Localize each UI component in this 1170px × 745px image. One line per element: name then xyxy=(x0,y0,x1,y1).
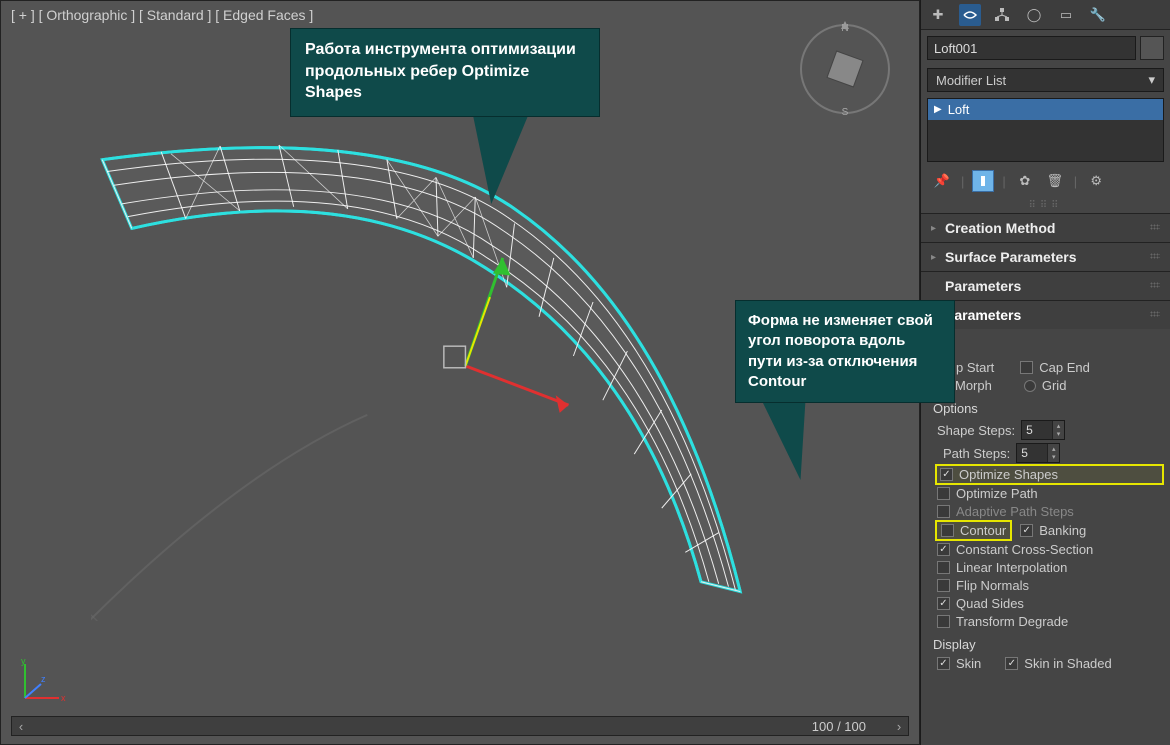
display-group-label: Display xyxy=(933,637,1162,652)
rollout-title: Parameters xyxy=(945,307,1021,323)
quad-sides-checkbox[interactable] xyxy=(937,597,950,610)
flip-normals-checkbox[interactable] xyxy=(937,579,950,592)
path-steps-spinner[interactable]: ▴▾ xyxy=(1016,443,1060,463)
object-color-swatch[interactable] xyxy=(1140,36,1164,60)
optimize-shapes-label: Optimize Shapes xyxy=(959,467,1058,482)
show-end-result-icon[interactable] xyxy=(972,170,994,192)
spinner-up-icon[interactable]: ▴▾ xyxy=(1052,421,1064,439)
modifier-stack[interactable]: ▶ Loft xyxy=(927,98,1164,162)
constant-cross-checkbox[interactable] xyxy=(937,543,950,556)
shape-steps-input[interactable] xyxy=(1022,421,1052,439)
pin-stack-icon[interactable]: 📌 xyxy=(931,170,953,192)
display-tab-icon[interactable]: ▭ xyxy=(1055,4,1077,26)
callout-optimize-shapes: Работа инструмента оптимизации продольны… xyxy=(290,28,600,117)
transform-degrade-checkbox[interactable] xyxy=(937,615,950,628)
adaptive-path-checkbox xyxy=(937,505,950,518)
panel-grip[interactable]: ⠿⠿⠿ xyxy=(921,198,1170,213)
options-group-label: Options xyxy=(933,401,1162,416)
grip-icon xyxy=(1150,282,1160,288)
motion-tab-icon[interactable]: ◯ xyxy=(1023,4,1045,26)
scroll-left-icon[interactable]: ‹ xyxy=(12,717,30,735)
skin-label: Skin xyxy=(956,656,981,671)
rollout-surface-parameters[interactable]: ▸ Surface Parameters xyxy=(921,243,1170,271)
grip-icon xyxy=(1150,253,1160,259)
grip-icon xyxy=(1150,311,1160,317)
modifier-list-label: Modifier List xyxy=(936,73,1006,88)
chevron-right-icon: ▸ xyxy=(931,223,945,234)
banking-checkbox[interactable] xyxy=(1020,524,1033,537)
linear-interp-label: Linear Interpolation xyxy=(956,560,1067,575)
contour-checkbox[interactable] xyxy=(941,524,954,537)
svg-text:S: S xyxy=(842,107,849,118)
create-tab-icon[interactable]: ✚ xyxy=(927,4,949,26)
flip-normals-label: Flip Normals xyxy=(956,578,1029,593)
optimize-path-label: Optimize Path xyxy=(956,486,1038,501)
contour-row: Contour xyxy=(937,522,1010,539)
rollout-title: Parameters xyxy=(945,278,1021,294)
grid-label: Grid xyxy=(1042,378,1067,393)
morph-label: Morph xyxy=(955,378,992,393)
rollout-title: Creation Method xyxy=(945,220,1055,236)
optimize-path-checkbox[interactable] xyxy=(937,487,950,500)
command-panel: ✚ ◯ ▭ 🔧 Modifier List ▾ ▶ Loft 📌 | | ✿ 🗑… xyxy=(920,0,1170,745)
path-steps-input[interactable] xyxy=(1017,444,1047,462)
chevron-down-icon: ▾ xyxy=(1148,72,1155,88)
grid-radio[interactable] xyxy=(1024,380,1036,392)
svg-text:z: z xyxy=(41,674,46,684)
grip-icon xyxy=(1150,224,1160,230)
hierarchy-tab-icon[interactable] xyxy=(991,4,1013,26)
shape-steps-label: Shape Steps: xyxy=(937,423,1015,438)
modifier-item-label: Loft xyxy=(948,102,970,117)
optimize-shapes-row: Optimize Shapes xyxy=(937,466,1162,483)
svg-text:y: y xyxy=(21,656,26,666)
callout-contour: Форма не изменяет свой угол поворота вдо… xyxy=(735,300,955,403)
viewport-label: [ + ] [ Orthographic ] [ Standard ] [ Ed… xyxy=(11,7,313,23)
constant-cross-label: Constant Cross-Section xyxy=(956,542,1093,557)
rollout-parameters-2[interactable]: Parameters xyxy=(921,301,1170,329)
modify-tab-icon[interactable] xyxy=(959,4,981,26)
stack-toolbar: 📌 | | ✿ 🗑 | ⚙ xyxy=(921,168,1170,198)
spinner-up-icon[interactable]: ▴▾ xyxy=(1047,444,1059,462)
cap-end-checkbox[interactable] xyxy=(1020,361,1033,374)
skin-in-shaded-checkbox[interactable] xyxy=(1005,657,1018,670)
svg-text:x: x xyxy=(61,693,66,703)
linear-interp-checkbox[interactable] xyxy=(937,561,950,574)
remove-modifier-icon[interactable]: 🗑 xyxy=(1044,170,1066,192)
banking-label: Banking xyxy=(1039,523,1086,538)
cap-start-label: p Start xyxy=(956,360,994,375)
make-unique-icon[interactable]: ✿ xyxy=(1014,170,1036,192)
quad-sides-label: Quad Sides xyxy=(956,596,1024,611)
transform-degrade-label: Transform Degrade xyxy=(956,614,1068,629)
modifier-item-loft[interactable]: ▶ Loft xyxy=(928,99,1163,120)
axis-gizmo: x y z xyxy=(19,656,67,704)
time-slider[interactable]: ‹ 100 / 100 › xyxy=(11,716,909,736)
optimize-shapes-checkbox[interactable] xyxy=(940,468,953,481)
capping-group-label: g xyxy=(933,341,1162,356)
scroll-track[interactable]: 100 / 100 xyxy=(30,717,890,735)
path-steps-label: Path Steps: xyxy=(943,446,1010,461)
viewcube[interactable]: N S xyxy=(795,19,895,119)
rollout-creation-method[interactable]: ▸ Creation Method xyxy=(921,214,1170,242)
callout-tail xyxy=(463,114,528,204)
modifier-list-dropdown[interactable]: Modifier List ▾ xyxy=(927,68,1164,92)
utilities-tab-icon[interactable]: 🔧 xyxy=(1087,4,1109,26)
frame-readout: 100 / 100 xyxy=(812,719,866,734)
contour-label: Contour xyxy=(960,523,1006,538)
loft-wireframe xyxy=(91,91,781,621)
object-name-input[interactable] xyxy=(927,36,1136,60)
expand-icon[interactable]: ▶ xyxy=(934,104,942,115)
chevron-right-icon: ▸ xyxy=(931,252,945,263)
skin-in-shaded-label: Skin in Shaded xyxy=(1024,656,1111,671)
svg-text:N: N xyxy=(841,23,848,34)
cap-end-label: Cap End xyxy=(1039,360,1090,375)
scroll-right-icon[interactable]: › xyxy=(890,717,908,735)
shape-steps-spinner[interactable]: ▴▾ xyxy=(1021,420,1065,440)
rollout-parameters-1[interactable]: Parameters xyxy=(921,272,1170,300)
skin-checkbox[interactable] xyxy=(937,657,950,670)
adaptive-path-label: Adaptive Path Steps xyxy=(956,504,1074,519)
rollout-title: Surface Parameters xyxy=(945,249,1077,265)
command-tabs: ✚ ◯ ▭ 🔧 xyxy=(921,0,1170,30)
configure-sets-icon[interactable]: ⚙ xyxy=(1085,170,1107,192)
